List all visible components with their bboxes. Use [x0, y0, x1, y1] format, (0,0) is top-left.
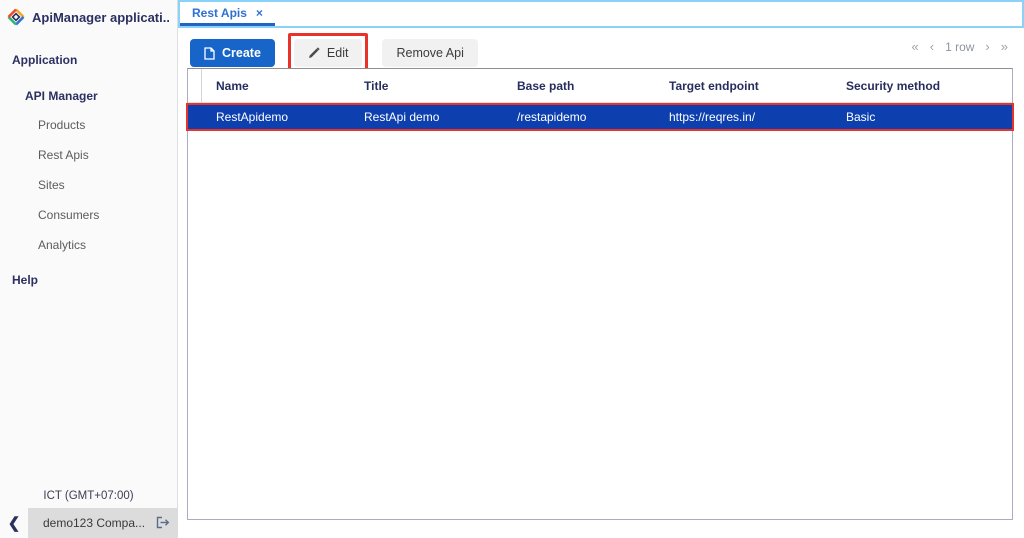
tab-close-icon[interactable]: ×: [256, 7, 263, 19]
sidebar-item-application[interactable]: Application: [0, 46, 177, 74]
column-header-security-method: Security method: [832, 79, 1012, 93]
sidebar-bottom-bar: ❮ demo123 Compa...: [0, 508, 178, 538]
sidebar-item-rest-apis[interactable]: Rest Apis: [0, 140, 177, 170]
sidebar-item-consumers[interactable]: Consumers: [0, 200, 177, 230]
column-header-title: Title: [350, 79, 503, 93]
chevron-left-icon: ❮: [8, 514, 21, 532]
sidebar: ApiManager applicati... Application API …: [0, 0, 178, 538]
timezone-label: ICT (GMT+07:00): [0, 490, 177, 502]
api-manager-app: ApiManager applicati... Application API …: [0, 0, 1024, 538]
sidebar-item-help[interactable]: Help: [0, 266, 177, 294]
pencil-icon: [308, 47, 320, 59]
app-logo-icon: [7, 8, 25, 26]
cell-title: RestApi demo: [350, 110, 503, 124]
sidebar-item-api-manager[interactable]: API Manager: [0, 82, 177, 110]
rest-apis-table: Name Title Base path Target endpoint Sec…: [187, 68, 1013, 520]
cell-target-endpoint: https://reqres.in/: [655, 110, 832, 124]
table-header-row: Name Title Base path Target endpoint Sec…: [188, 69, 1012, 103]
create-file-icon: [204, 47, 215, 60]
column-header-base-path: Base path: [503, 79, 655, 93]
cell-name: RestApidemo: [202, 110, 350, 124]
create-button[interactable]: Create: [190, 39, 275, 67]
pagination: « ‹ 1 row › »: [912, 39, 1009, 54]
toolbar: Create Edit Remove Api: [190, 33, 478, 73]
sidebar-nav: Application API Manager Products Rest Ap…: [0, 46, 177, 294]
tab-bar: Rest Apis ×: [178, 0, 1024, 28]
edit-annotation-box: Edit: [288, 33, 369, 73]
column-header-name: Name: [202, 79, 350, 93]
app-title: ApiManager applicati...: [32, 10, 169, 25]
remove-api-button[interactable]: Remove Api: [382, 39, 477, 67]
tab-rest-apis[interactable]: Rest Apis ×: [180, 2, 275, 26]
pagination-prev-button[interactable]: ‹: [930, 39, 934, 54]
edit-button[interactable]: Edit: [294, 39, 363, 67]
pagination-count-label: 1 row: [945, 40, 974, 54]
table-row-selected[interactable]: RestApidemo RestApi demo /restapidemo ht…: [188, 105, 1012, 129]
sidebar-item-products[interactable]: Products: [0, 110, 177, 140]
cell-base-path: /restapidemo: [503, 110, 655, 124]
logout-icon[interactable]: [156, 516, 170, 534]
edit-button-label: Edit: [327, 46, 349, 60]
collapse-sidebar-button[interactable]: ❮: [0, 508, 28, 538]
table-gutter-column: [188, 69, 202, 103]
account-menu[interactable]: demo123 Compa...: [28, 508, 178, 538]
column-header-target-endpoint: Target endpoint: [655, 79, 832, 93]
account-label: demo123 Compa...: [43, 516, 163, 530]
pagination-last-button[interactable]: »: [1001, 39, 1008, 54]
remove-api-button-label: Remove Api: [396, 46, 463, 60]
sidebar-item-analytics[interactable]: Analytics: [0, 230, 177, 260]
create-button-label: Create: [222, 46, 261, 60]
pagination-next-button[interactable]: ›: [985, 39, 989, 54]
app-header: ApiManager applicati...: [0, 0, 177, 34]
sidebar-item-sites[interactable]: Sites: [0, 170, 177, 200]
pagination-first-button[interactable]: «: [912, 39, 919, 54]
tab-label: Rest Apis: [192, 6, 247, 20]
cell-security-method: Basic: [832, 110, 1012, 124]
